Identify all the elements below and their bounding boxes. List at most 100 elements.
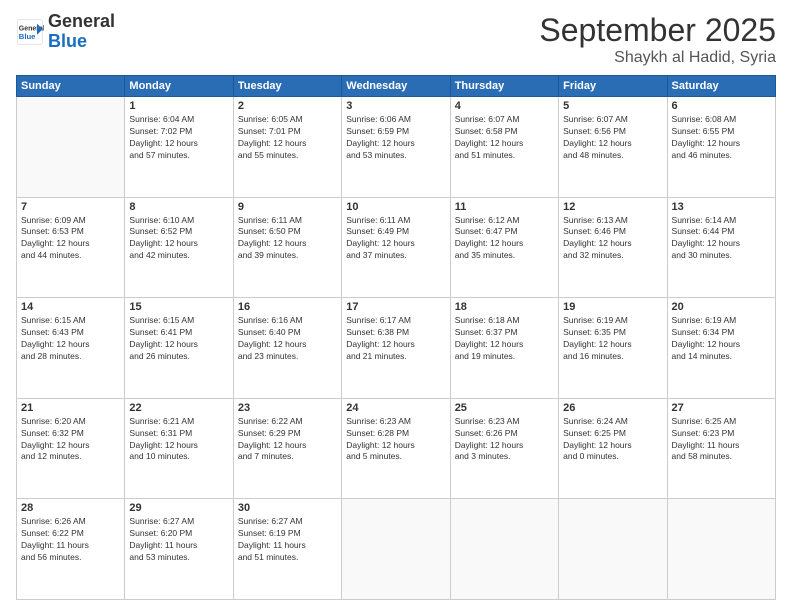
calendar-cell: 24Sunrise: 6:23 AM Sunset: 6:28 PM Dayli… xyxy=(342,398,450,499)
calendar-cell: 11 Sunrise: 6:12 AM Sunset: 6:47 PM Dayli… xyxy=(450,197,558,298)
calendar-cell xyxy=(17,97,125,198)
day-info: Sunrise: 6:25 AM Sunset: 6:23 PM Dayligh… xyxy=(672,416,771,464)
day-info: Sunrise: 6:27 AM Sunset: 6:20 PM Dayligh… xyxy=(129,516,228,564)
day-number: 27 xyxy=(672,402,771,414)
day-info: Sunrise: 6:15 AM Sunset: 6:41 PM Dayligh… xyxy=(129,315,228,363)
page: General Blue General Blue September 2025… xyxy=(0,0,792,612)
day-info: Sunrise: 6:09 AM Sunset: 6:53 PM Dayligh… xyxy=(21,215,120,263)
day-info: Sunrise: 6:22 AM Sunset: 6:29 PM Dayligh… xyxy=(238,416,337,464)
col-friday: Friday xyxy=(559,76,667,97)
day-number: 7 xyxy=(21,201,120,213)
calendar-cell: 28Sunrise: 6:26 AM Sunset: 6:22 PM Dayli… xyxy=(17,499,125,600)
calendar-cell: 14 Sunrise: 6:15 AM Sunset: 6:43 PM Dayli… xyxy=(17,298,125,399)
calendar-week-1: 1 Sunrise: 6:04 AM Sunset: 7:02 PM Daylig… xyxy=(17,97,776,198)
calendar-cell: 16Sunrise: 6:16 AM Sunset: 6:40 PM Dayli… xyxy=(233,298,341,399)
day-number: 13 xyxy=(672,201,771,213)
day-info: Sunrise: 6:19 AM Sunset: 6:35 PM Dayligh… xyxy=(563,315,662,363)
day-number: 29 xyxy=(129,502,228,514)
location-subtitle: Shaykh al Hadid, Syria xyxy=(539,49,776,67)
day-info: Sunrise: 6:07 AM Sunset: 6:56 PM Dayligh… xyxy=(563,114,662,162)
day-number: 11 xyxy=(455,201,554,213)
day-info: Sunrise: 6:19 AM Sunset: 6:34 PM Dayligh… xyxy=(672,315,771,363)
day-info: Sunrise: 6:08 AM Sunset: 6:55 PM Dayligh… xyxy=(672,114,771,162)
calendar-cell xyxy=(342,499,450,600)
calendar-cell: 17 Sunrise: 6:17 AM Sunset: 6:38 PM Dayli… xyxy=(342,298,450,399)
day-number: 9 xyxy=(238,201,337,213)
calendar-cell: 22 Sunrise: 6:21 AM Sunset: 6:31 PM Dayli… xyxy=(125,398,233,499)
day-info: Sunrise: 6:23 AM Sunset: 6:26 PM Dayligh… xyxy=(455,416,554,464)
calendar-cell: 13 Sunrise: 6:14 AM Sunset: 6:44 PM Dayli… xyxy=(667,197,775,298)
day-number: 23 xyxy=(238,402,337,414)
day-info: Sunrise: 6:12 AM Sunset: 6:47 PM Dayligh… xyxy=(455,215,554,263)
day-number: 20 xyxy=(672,301,771,313)
day-number: 14 xyxy=(21,301,120,313)
col-saturday: Saturday xyxy=(667,76,775,97)
calendar-cell: 6 Sunrise: 6:08 AM Sunset: 6:55 PM Daylig… xyxy=(667,97,775,198)
day-number: 10 xyxy=(346,201,445,213)
day-number: 5 xyxy=(563,100,662,112)
day-info: Sunrise: 6:26 AM Sunset: 6:22 PM Dayligh… xyxy=(21,516,120,564)
day-info: Sunrise: 6:10 AM Sunset: 6:52 PM Dayligh… xyxy=(129,215,228,263)
calendar-cell: 20 Sunrise: 6:19 AM Sunset: 6:34 PM Dayli… xyxy=(667,298,775,399)
calendar-cell: 9Sunrise: 6:11 AM Sunset: 6:50 PM Daylig… xyxy=(233,197,341,298)
calendar-week-2: 7 Sunrise: 6:09 AM Sunset: 6:53 PM Daylig… xyxy=(17,197,776,298)
day-info: Sunrise: 6:18 AM Sunset: 6:37 PM Dayligh… xyxy=(455,315,554,363)
calendar-cell: 29 Sunrise: 6:27 AM Sunset: 6:20 PM Dayli… xyxy=(125,499,233,600)
day-number: 6 xyxy=(672,100,771,112)
day-info: Sunrise: 6:20 AM Sunset: 6:32 PM Dayligh… xyxy=(21,416,120,464)
day-number: 21 xyxy=(21,402,120,414)
day-number: 12 xyxy=(563,201,662,213)
calendar-cell: 18 Sunrise: 6:18 AM Sunset: 6:37 PM Dayli… xyxy=(450,298,558,399)
calendar-cell: 25 Sunrise: 6:23 AM Sunset: 6:26 PM Dayli… xyxy=(450,398,558,499)
day-number: 17 xyxy=(346,301,445,313)
calendar-cell: 2Sunrise: 6:05 AM Sunset: 7:01 PM Daylig… xyxy=(233,97,341,198)
calendar-cell: 4 Sunrise: 6:07 AM Sunset: 6:58 PM Daylig… xyxy=(450,97,558,198)
calendar-cell: 7 Sunrise: 6:09 AM Sunset: 6:53 PM Daylig… xyxy=(17,197,125,298)
logo-general: General xyxy=(48,11,115,31)
calendar-week-5: 28Sunrise: 6:26 AM Sunset: 6:22 PM Dayli… xyxy=(17,499,776,600)
calendar-week-3: 14 Sunrise: 6:15 AM Sunset: 6:43 PM Dayli… xyxy=(17,298,776,399)
day-info: Sunrise: 6:15 AM Sunset: 6:43 PM Dayligh… xyxy=(21,315,120,363)
day-number: 25 xyxy=(455,402,554,414)
calendar-cell: 23 Sunrise: 6:22 AM Sunset: 6:29 PM Dayli… xyxy=(233,398,341,499)
title-block: September 2025 Shaykh al Hadid, Syria xyxy=(539,12,776,67)
logo-blue: Blue xyxy=(48,31,87,51)
day-number: 4 xyxy=(455,100,554,112)
day-number: 26 xyxy=(563,402,662,414)
calendar-cell: 19 Sunrise: 6:19 AM Sunset: 6:35 PM Dayli… xyxy=(559,298,667,399)
calendar-cell: 8 Sunrise: 6:10 AM Sunset: 6:52 PM Daylig… xyxy=(125,197,233,298)
calendar-cell: 27 Sunrise: 6:25 AM Sunset: 6:23 PM Dayli… xyxy=(667,398,775,499)
month-title: September 2025 xyxy=(539,12,776,49)
col-wednesday: Wednesday xyxy=(342,76,450,97)
day-info: Sunrise: 6:16 AM Sunset: 6:40 PM Dayligh… xyxy=(238,315,337,363)
col-thursday: Thursday xyxy=(450,76,558,97)
day-info: Sunrise: 6:23 AM Sunset: 6:28 PM Dayligh… xyxy=(346,416,445,464)
day-info: Sunrise: 6:04 AM Sunset: 7:02 PM Dayligh… xyxy=(129,114,228,162)
calendar-cell xyxy=(667,499,775,600)
day-number: 2 xyxy=(238,100,337,112)
day-number: 22 xyxy=(129,402,228,414)
day-number: 19 xyxy=(563,301,662,313)
day-info: Sunrise: 6:14 AM Sunset: 6:44 PM Dayligh… xyxy=(672,215,771,263)
col-sunday: Sunday xyxy=(17,76,125,97)
day-number: 1 xyxy=(129,100,228,112)
day-info: Sunrise: 6:07 AM Sunset: 6:58 PM Dayligh… xyxy=(455,114,554,162)
calendar-cell xyxy=(450,499,558,600)
day-info: Sunrise: 6:11 AM Sunset: 6:49 PM Dayligh… xyxy=(346,215,445,263)
calendar-cell xyxy=(559,499,667,600)
day-number: 15 xyxy=(129,301,228,313)
day-info: Sunrise: 6:24 AM Sunset: 6:25 PM Dayligh… xyxy=(563,416,662,464)
day-number: 3 xyxy=(346,100,445,112)
calendar-cell: 15 Sunrise: 6:15 AM Sunset: 6:41 PM Dayli… xyxy=(125,298,233,399)
day-number: 8 xyxy=(129,201,228,213)
col-tuesday: Tuesday xyxy=(233,76,341,97)
logo-icon: General Blue xyxy=(16,18,44,46)
day-number: 18 xyxy=(455,301,554,313)
calendar-table: Sunday Monday Tuesday Wednesday Thursday… xyxy=(16,75,776,600)
day-info: Sunrise: 6:17 AM Sunset: 6:38 PM Dayligh… xyxy=(346,315,445,363)
calendar-cell: 30Sunrise: 6:27 AM Sunset: 6:19 PM Dayli… xyxy=(233,499,341,600)
calendar-cell: 12Sunrise: 6:13 AM Sunset: 6:46 PM Dayli… xyxy=(559,197,667,298)
day-info: Sunrise: 6:27 AM Sunset: 6:19 PM Dayligh… xyxy=(238,516,337,564)
col-monday: Monday xyxy=(125,76,233,97)
day-info: Sunrise: 6:21 AM Sunset: 6:31 PM Dayligh… xyxy=(129,416,228,464)
